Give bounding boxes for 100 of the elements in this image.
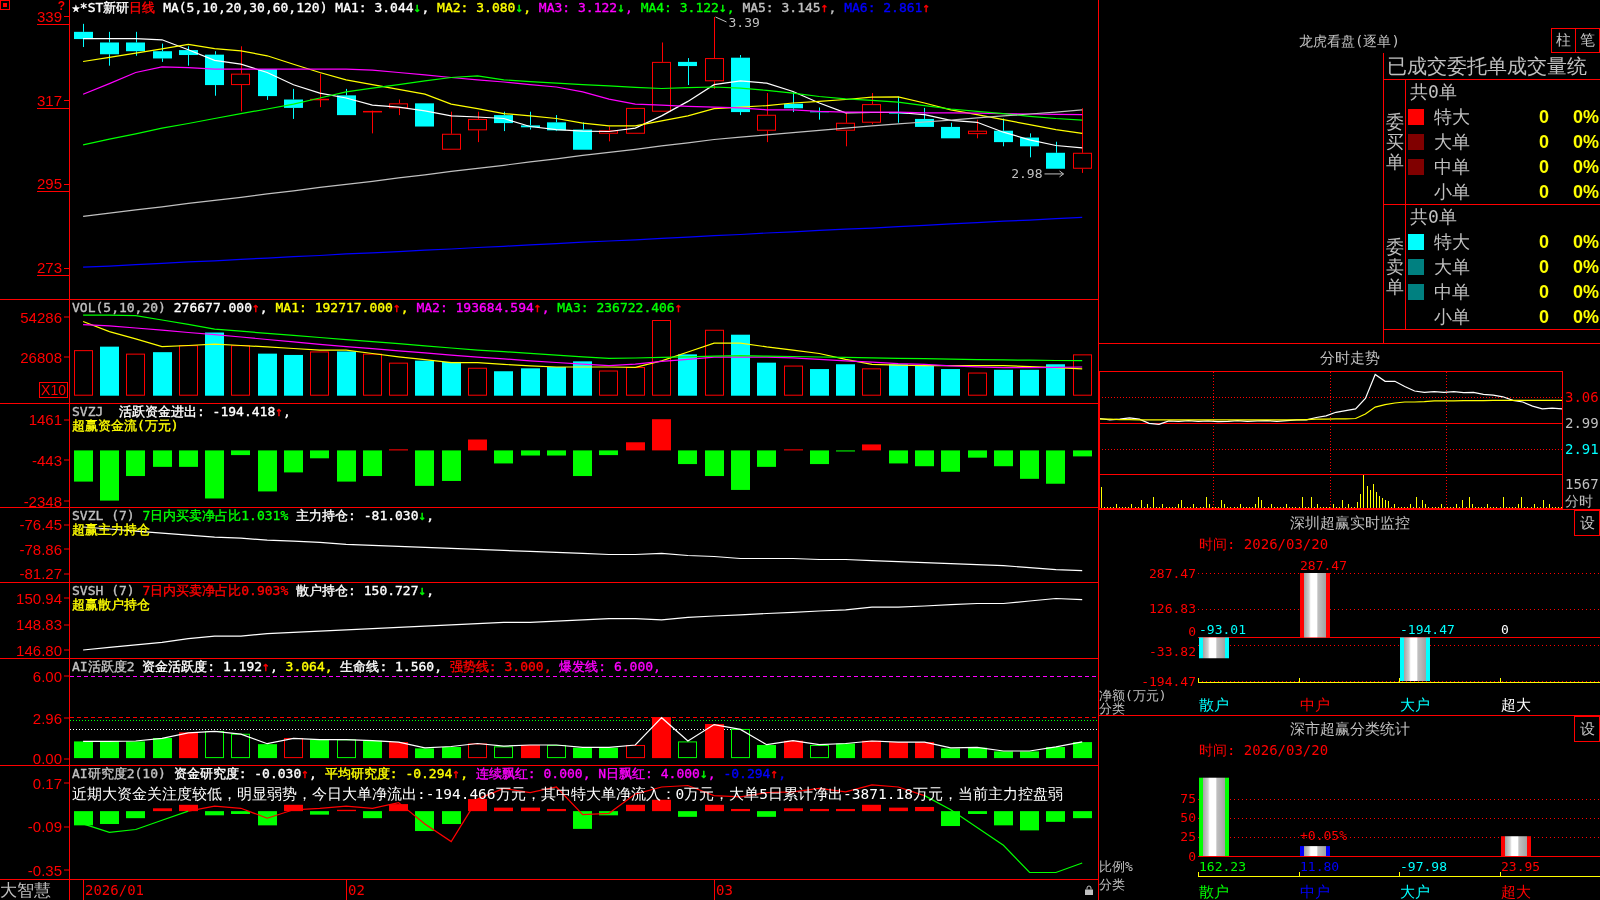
axis-label: 339 (36, 9, 69, 25)
order-count: 0 (1539, 130, 1549, 153)
axis-title: 净额(万元) (1099, 688, 1167, 703)
trend-arrow: ↑ (820, 1, 829, 15)
category-label: 中户 (1300, 696, 1330, 714)
value-label: 287.47 (1300, 558, 1347, 573)
panel-title: 分时走势 (1319, 348, 1380, 367)
legend-text: , (324, 660, 334, 674)
order-count: 0 (1539, 280, 1549, 303)
axis-label: 295 (36, 176, 69, 193)
axis-title: 分时 (1565, 493, 1593, 509)
trend-arrow: ↑ (922, 1, 931, 15)
trend-arrow: ↑ (262, 660, 270, 674)
trend-arrow: ↑ (452, 767, 461, 781)
legend-text: 生命线: 1.560, (340, 660, 443, 674)
change-annotation: +0.05% (1300, 828, 1347, 844)
legend-text: , (707, 767, 717, 781)
order-size-label: 中单 (1434, 155, 1470, 179)
legend-text: , (426, 509, 435, 523)
value-label: -93.01 (1199, 622, 1246, 638)
order-size-label: 大单 (1434, 130, 1470, 154)
legend-text: 散户持仓: 150.727 (296, 584, 419, 598)
trend-arrow: ↑ (674, 301, 683, 315)
legend-text: 276677.000 (173, 301, 253, 315)
axis-label: 126.83 (1149, 601, 1196, 617)
panel-title: 深市超赢分类统计 (1289, 720, 1410, 738)
category-label: 大户 (1400, 883, 1430, 900)
legend-text: 爆发线: 6.000, (559, 660, 661, 674)
legend-text: -0.294 (723, 767, 771, 781)
order-total: 共0单 (1409, 205, 1457, 229)
axis-label: 0.17 (32, 775, 69, 791)
legend-text: 7日内买卖净占比0.903% (142, 584, 290, 598)
order-size-label: 小单 (1434, 180, 1470, 204)
legend-text: VOL(5,10,20) (72, 301, 167, 315)
axis-title: 比例% (1099, 859, 1133, 874)
legend-text: MA2: 193684.594 (416, 301, 534, 315)
axis-label: 26808 (20, 349, 69, 365)
legend-text: , (523, 1, 533, 15)
price-annotation: 2.98 (1011, 165, 1043, 181)
category-label: 中户 (1300, 883, 1330, 900)
legend-text: , (541, 301, 551, 315)
scale-label: X10 (39, 382, 68, 398)
legend-text: 超赢资金流(万元) (72, 419, 179, 433)
legend-text: , (624, 1, 634, 15)
legend-text: , (426, 584, 435, 598)
axis-label: -78.86 (19, 541, 69, 557)
axis-label: 148.83 (16, 616, 69, 632)
order-percent: 0% (1573, 280, 1599, 303)
legend-text: AI研究度2(10) (72, 767, 167, 781)
legend-text: , (460, 767, 469, 781)
trend-arrow: ↓ (699, 767, 708, 781)
table-title: 已成交委托单成交量统 (1384, 53, 1600, 80)
order-percent: 0% (1573, 105, 1599, 128)
axis-label: -2348 (23, 493, 69, 509)
legend-text: 资金活跃度: 1.192 (142, 660, 263, 674)
trend-arrow: ↑ (533, 301, 542, 315)
group-label: 委卖单 (1385, 237, 1404, 297)
axis-label: 146.80 (16, 642, 69, 658)
trend-arrow: ↓ (418, 509, 427, 523)
legend-text: , (309, 767, 318, 781)
legend-text: MA2: 3.080 (437, 1, 516, 15)
trend-arrow: ↑ (392, 301, 401, 315)
legend-text: SVSH (7) (72, 584, 136, 598)
axis-label: 0 (1188, 848, 1196, 864)
trend-arrow: ↑ (770, 767, 779, 781)
legend-text: AI活跃度2 (72, 660, 136, 674)
trend-arrow: ↑ (301, 767, 310, 781)
legend-text: 3.064 (285, 660, 325, 674)
legend-text: , (726, 1, 736, 15)
axis-label: -0.35 (27, 862, 69, 878)
legend-text: MA3: 236722.406 (557, 301, 675, 315)
order-count: 0 (1539, 180, 1549, 203)
order-count: 0 (1539, 230, 1549, 253)
trend-arrow: ↓ (413, 1, 422, 15)
category-label: 散户 (1199, 696, 1229, 714)
axis-label: 0.00 (32, 750, 69, 766)
legend-text: , (421, 1, 431, 15)
legend-text: MA1: 3.044 (335, 1, 414, 15)
axis-label: 1461 (28, 411, 69, 427)
axis-label: 2.99 (1565, 414, 1599, 431)
legend-text: SVZJ (72, 405, 105, 419)
order-percent: 0% (1573, 130, 1599, 153)
date-label: 03 (714, 880, 733, 900)
order-percent: 0% (1573, 255, 1599, 278)
order-percent: 0% (1573, 305, 1599, 328)
trend-arrow: ↓ (515, 1, 524, 15)
legend-text: , (269, 660, 279, 674)
value-label: -97.98 (1400, 859, 1447, 874)
brand-label: 大智慧 (0, 880, 70, 900)
trend-arrow: ↑ (252, 301, 260, 315)
order-size-label: 大单 (1434, 255, 1470, 279)
timestamp: 时间: 2026/03/20 (1199, 536, 1329, 552)
trend-arrow: ↓ (418, 584, 427, 598)
axis-label: -81.27 (19, 565, 69, 581)
order-percent: 0% (1573, 180, 1599, 203)
legend-text: MA4: 3.122 (640, 1, 719, 15)
legend-text: 强势线: 3.000, (449, 660, 553, 674)
value-label: 162.23 (1199, 859, 1246, 874)
value-label: 11.80 (1300, 859, 1340, 874)
value-label: 23.95 (1501, 859, 1541, 874)
